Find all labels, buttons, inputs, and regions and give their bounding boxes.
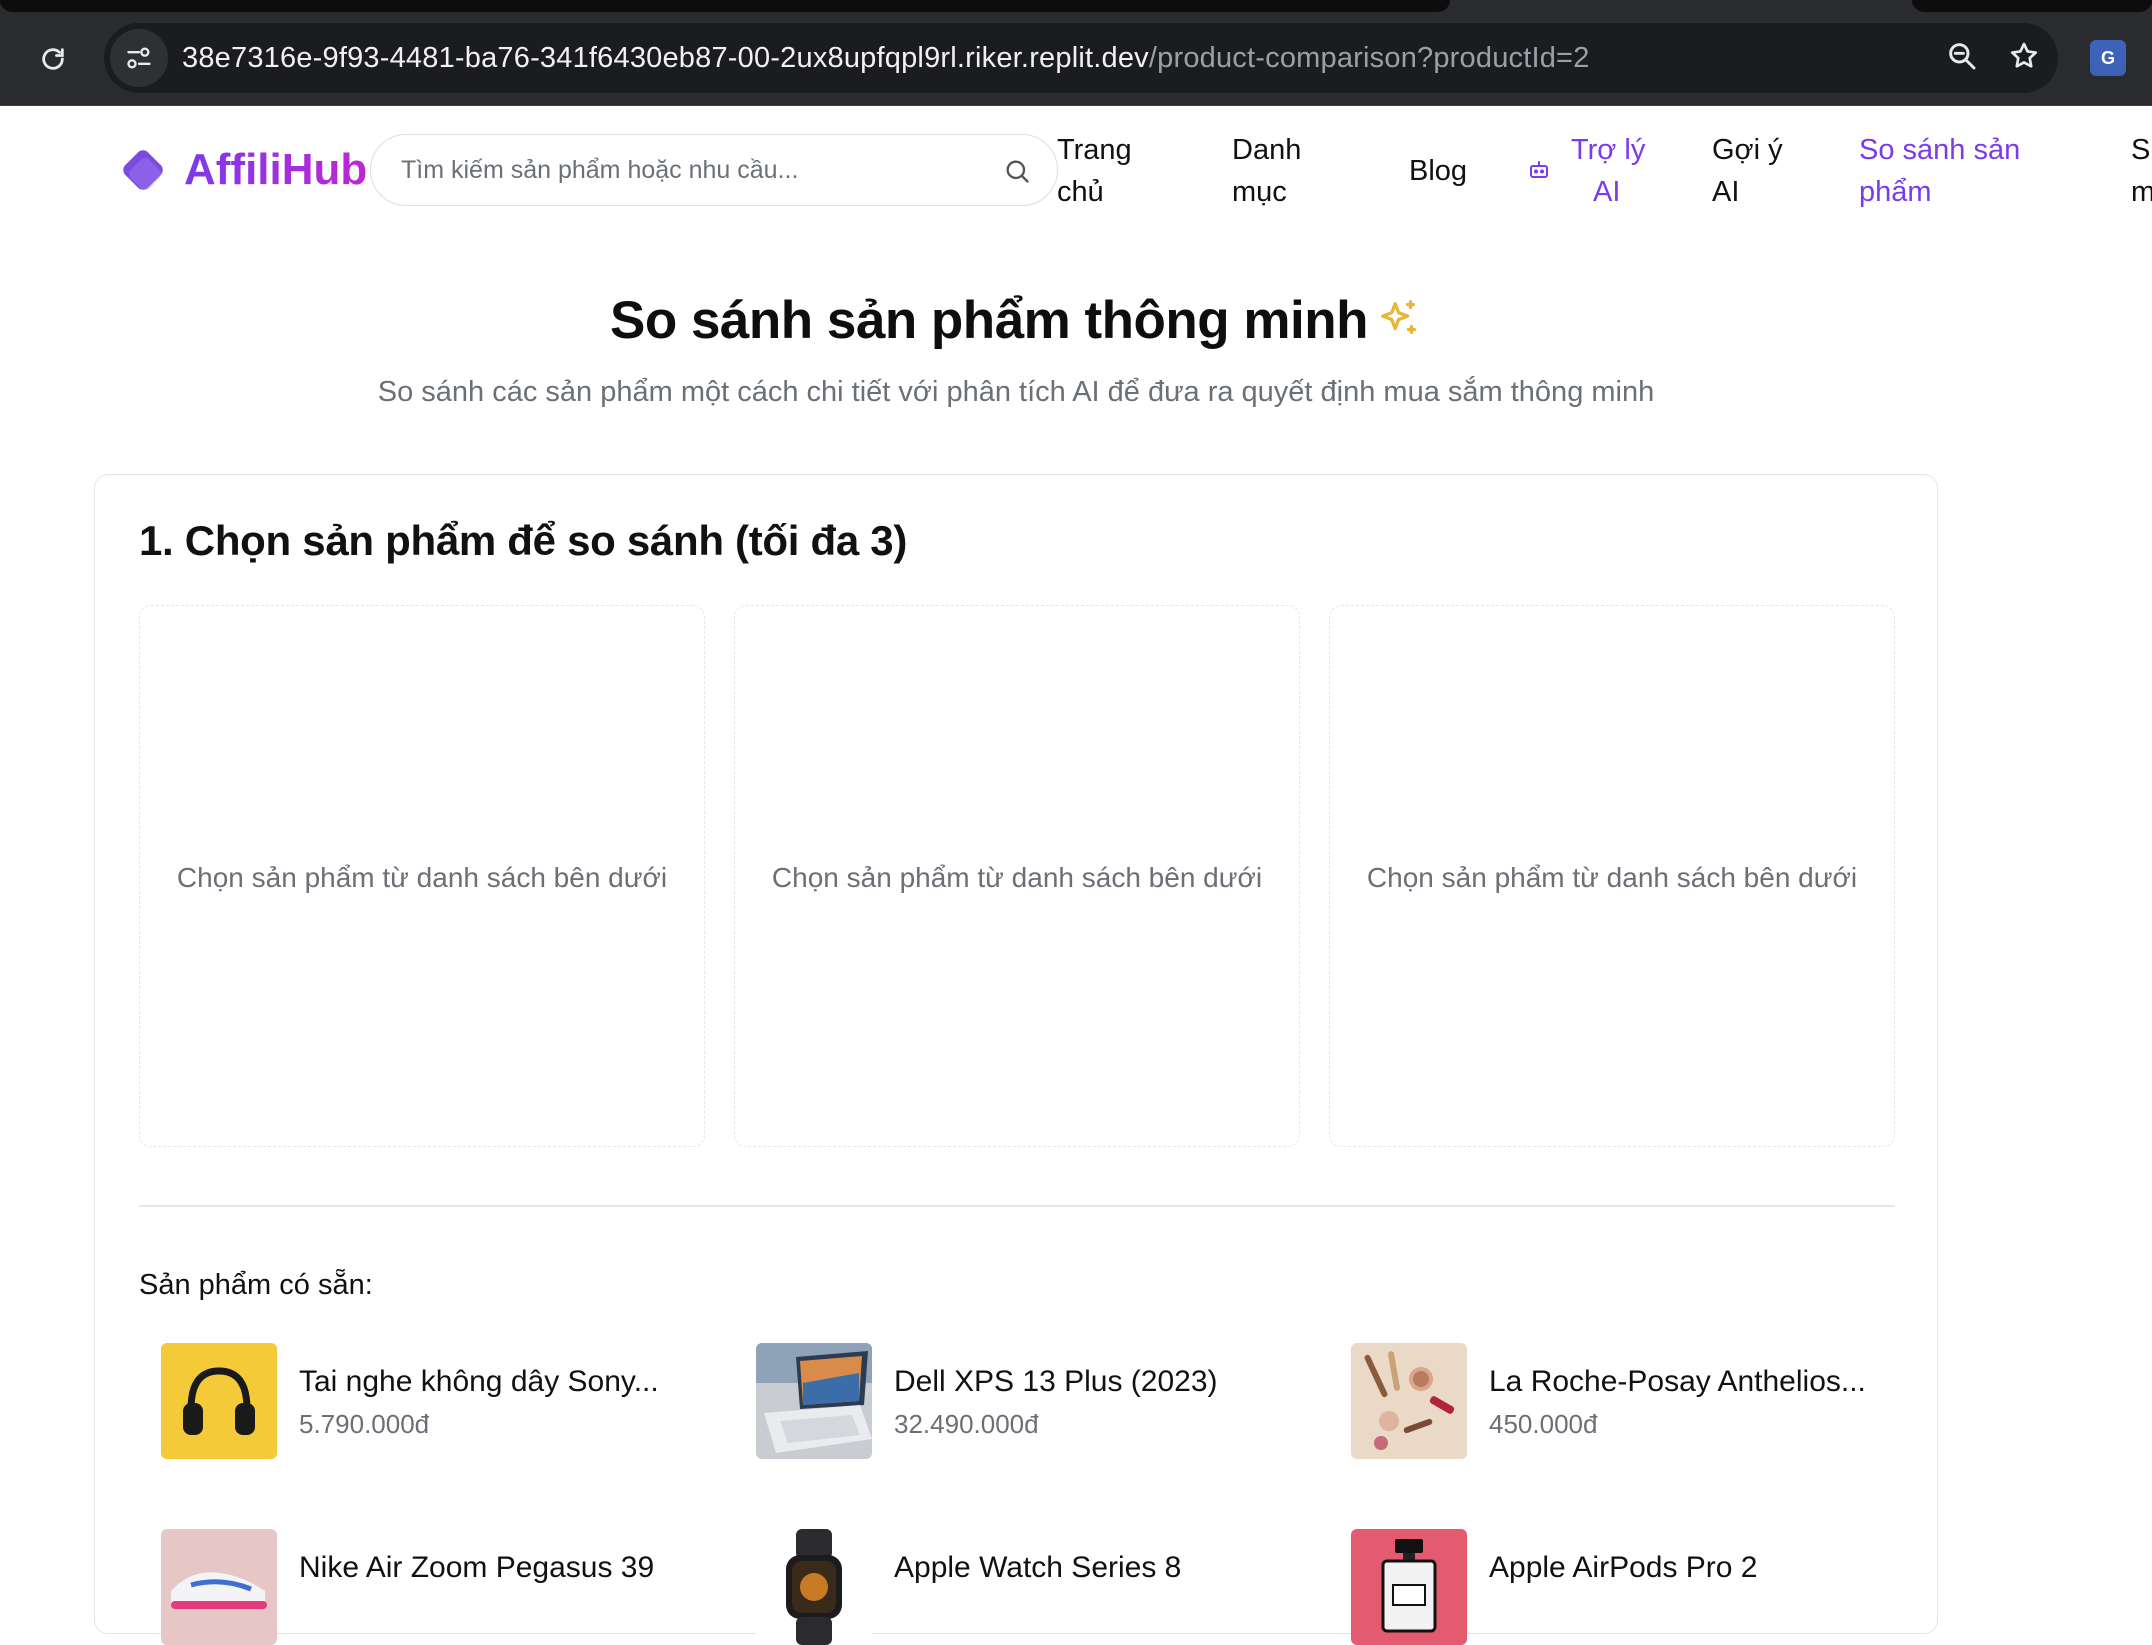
page-subtitle: So sánh các sản phẩm một cách chi tiết v… [377, 376, 1655, 408]
address-bar[interactable]: 38e7316e-9f93-4481-ba76-341f6430eb87-00-… [104, 23, 2058, 93]
nav-ai-suggest[interactable]: Gợi ý AI [1712, 129, 1783, 213]
nav-ai-assistant-line1: Trợ lý [1571, 134, 1646, 166]
nav-categories[interactable]: Danh mục [1232, 129, 1301, 213]
nav-ai-assistant-line2: AI [1593, 176, 1621, 208]
slot-placeholder: Chọn sản phẩm từ danh sách bên dưới [176, 862, 668, 893]
comparison-slot-3[interactable]: Chọn sản phẩm từ danh sách bên dưới [1329, 605, 1895, 1147]
nav-ai-assistant[interactable]: Trợ lý AI [1527, 129, 1645, 213]
zoom-icon[interactable] [1946, 40, 1978, 77]
reload-icon[interactable] [30, 36, 76, 82]
nav-compare-line2: phẩm [1859, 176, 1932, 208]
comparison-slot-2[interactable]: Chọn sản phẩm từ danh sách bên dưới [734, 605, 1300, 1147]
product-thumbnail-watch [756, 1529, 872, 1645]
product-name: Tai nghe không dây Sony... [299, 1365, 659, 1398]
nav-ai-suggest-line1: Gợi ý [1712, 134, 1783, 166]
section-title: 1. Chọn sản phẩm để so sánh (tối đa 3) [139, 517, 908, 564]
url-host: 38e7316e-9f93-4481-ba76-341f6430eb87-00-… [182, 41, 1149, 74]
product-item[interactable]: Apple AirPods Pro 2 [1351, 1529, 1758, 1645]
slot-placeholder: Chọn sản phẩm từ danh sách bên dưới [1366, 862, 1858, 893]
page-title-text: So sánh sản phẩm thông minh [610, 291, 1368, 350]
nav-home[interactable]: Trang chủ [1057, 129, 1132, 213]
nav-compare-line1: So sánh sản [1859, 134, 2021, 166]
nav-compare[interactable]: So sánh sản phẩm [1859, 129, 2020, 213]
nav-more-cutoff[interactable]: S m [2131, 129, 2152, 213]
product-item[interactable]: Nike Air Zoom Pegasus 39 [161, 1529, 654, 1645]
nav-more-line1: S [2131, 134, 2151, 166]
product-thumbnail-sneaker [161, 1529, 277, 1645]
logo-text: AffiliHub [184, 145, 368, 194]
page-title: So sánh sản phẩm thông minh [0, 290, 2032, 355]
comparison-slot-1[interactable]: Chọn sản phẩm từ danh sách bên dưới [139, 605, 705, 1147]
nav-blog-label: Blog [1409, 155, 1468, 187]
bookmark-star-icon[interactable] [2008, 40, 2040, 77]
divider [139, 1205, 1895, 1207]
product-name: Nike Air Zoom Pegasus 39 [299, 1551, 655, 1584]
slot-placeholder: Chọn sản phẩm từ danh sách bên dưới [771, 862, 1263, 893]
product-item[interactable]: Dell XPS 13 Plus (2023) 32.490.000đ [756, 1343, 1218, 1459]
robot-icon [1527, 152, 1551, 194]
url-text[interactable]: 38e7316e-9f93-4481-ba76-341f6430eb87-00-… [182, 42, 1590, 75]
comparison-card: 1. Chọn sản phẩm để so sánh (tối đa 3) C… [94, 474, 1938, 1645]
product-thumbnail-laptop [756, 1343, 872, 1459]
nav-blog[interactable]: Blog [1409, 150, 1467, 192]
product-name: Apple AirPods Pro 2 [1489, 1551, 1758, 1584]
available-products-label: Sản phẩm có sẵn: [139, 1269, 373, 1301]
product-name: La Roche-Posay Anthelios... [1489, 1365, 1866, 1398]
nav-more-line2: m [2131, 176, 2152, 208]
logo[interactable]: AffiliHub [124, 145, 367, 195]
browser-tab-strip [0, 0, 1450, 12]
product-thumbnail-perfume [1351, 1529, 1467, 1645]
nav-categories-line2: mục [1232, 176, 1287, 208]
product-thumbnail-headphones [161, 1343, 277, 1459]
search-icon[interactable] [1003, 157, 1031, 190]
product-item[interactable]: Tai nghe không dây Sony... 5.790.000đ [161, 1343, 659, 1459]
sparkle-icon [1376, 294, 1422, 355]
site-header: AffiliHub Trang chủ Danh mục Blog Trợ lý… [0, 107, 2152, 237]
product-name: Apple Watch Series 8 [894, 1551, 1182, 1584]
nav-home-line2: chủ [1057, 176, 1104, 208]
product-item[interactable]: La Roche-Posay Anthelios... 450.000đ [1351, 1343, 1866, 1459]
search-input[interactable] [401, 155, 961, 185]
logo-icon [124, 151, 162, 189]
product-price: 5.790.000đ [299, 1409, 430, 1439]
nav-categories-line1: Danh [1232, 134, 1302, 166]
nav-home-line1: Trang [1057, 134, 1132, 166]
product-name: Dell XPS 13 Plus (2023) [894, 1365, 1218, 1398]
product-item[interactable]: Apple Watch Series 8 [756, 1529, 1181, 1645]
nav-ai-suggest-line2: AI [1712, 176, 1740, 208]
search-box [370, 134, 1058, 206]
url-path: /product-comparison?productId=2 [1148, 41, 1590, 74]
product-price: 450.000đ [1489, 1409, 1598, 1439]
browser-tab-strip-right [1912, 0, 2152, 12]
product-thumbnail-cosmetics [1351, 1343, 1467, 1459]
site-info-icon[interactable] [110, 29, 168, 87]
product-price: 32.490.000đ [894, 1409, 1039, 1439]
translate-extension-icon[interactable]: G [2090, 40, 2126, 76]
